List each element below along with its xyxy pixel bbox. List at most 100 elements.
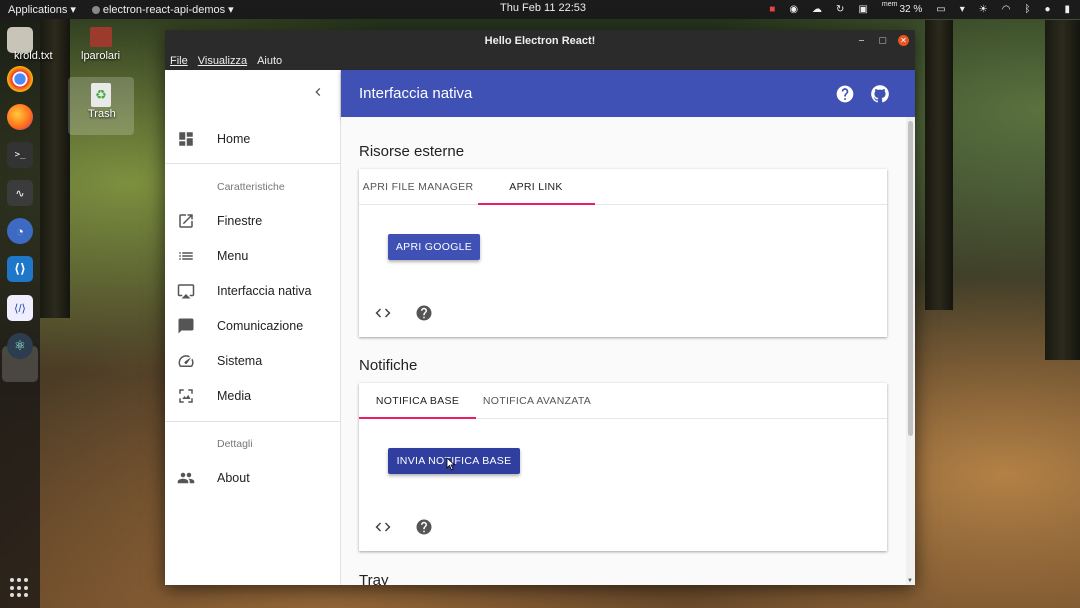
help-icon[interactable] <box>835 84 855 104</box>
sidebar-item-finestre[interactable]: Finestre <box>165 204 340 238</box>
cloud-icon[interactable]: ☁ <box>812 4 822 15</box>
chevron-down-icon: ▾ <box>228 4 234 16</box>
section-heading: Notifiche <box>359 357 418 374</box>
electron-icon[interactable]: ⚛ <box>7 333 33 359</box>
tab-notifica-avanzata[interactable]: NOTIFICA AVANZATA <box>476 383 598 419</box>
close-icon[interactable]: ✕ <box>898 35 909 46</box>
sidebar-item-label: Home <box>217 132 251 146</box>
scroll-down-arrow-icon[interactable]: ▼ <box>907 578 913 584</box>
page-title: Interfaccia nativa <box>359 85 473 102</box>
timer-icon[interactable]: ↻ <box>836 4 844 15</box>
window-titlebar[interactable]: Hello Electron React! ‒ ▢ ✕ <box>165 30 915 52</box>
tab-indicator <box>359 417 476 419</box>
tab-notifica-base[interactable]: NOTIFICA BASE <box>359 383 476 419</box>
screen-record-icon[interactable]: ■ <box>769 4 775 15</box>
speedometer-icon <box>178 355 194 367</box>
clock[interactable]: Thu Feb 11 22:53 <box>500 2 586 14</box>
wallpaper-tree-trunk <box>40 18 70 318</box>
mouse-cursor-icon <box>446 457 456 471</box>
wifi-icon[interactable]: ◠ <box>1002 4 1011 15</box>
monitor-icon[interactable]: ▣ <box>858 4 867 15</box>
dashboard-icon <box>179 132 193 146</box>
trash-label: Trash <box>88 108 116 120</box>
chrome-icon[interactable] <box>7 66 33 92</box>
system-monitor-icon[interactable]: ∿ <box>7 180 33 206</box>
sidebar-divider <box>165 421 340 422</box>
system-top-bar: Applications ▾ electron-react-api-demos … <box>0 0 1080 19</box>
memory-indicator[interactable]: mem 32 % <box>882 1 922 15</box>
app-root: Home Caratteristiche Finestre Menu Inter… <box>165 70 915 585</box>
vertical-scrollbar[interactable]: ▼ <box>906 117 915 585</box>
github-icon[interactable] <box>870 84 890 104</box>
menu-file[interactable]: File <box>170 55 188 67</box>
terminal-icon[interactable]: >_ <box>7 142 33 168</box>
sidebar-item-comunicazione[interactable]: Comunicazione <box>165 309 340 343</box>
wallpaper-tree-trunk <box>925 20 953 310</box>
help-icon[interactable] <box>415 304 433 322</box>
dock: >_ ∿ ◔ ⟨⟩ ⟨/⟩ ⚛ <box>0 19 40 608</box>
sidebar-item-menu[interactable]: Menu <box>165 239 340 273</box>
menu-visualizza[interactable]: Visualizza <box>198 55 247 67</box>
code-icon[interactable] <box>374 304 392 322</box>
main-content[interactable]: Risorse esterne APRI FILE MANAGER APRI L… <box>341 117 915 585</box>
tab-apri-link[interactable]: APRI LINK <box>477 169 595 205</box>
system-tray: ■ ◉ ☁ ↻ ▣ mem 32 % ▭ ▾ ☀ ◠ ᛒ ● ▮ <box>769 0 1070 19</box>
window-title: Hello Electron React! <box>484 35 596 47</box>
tab-bar: NOTIFICA BASE NOTIFICA AVANZATA <box>359 383 887 419</box>
vscode-icon[interactable]: ⟨⟩ <box>7 256 33 282</box>
trash-icon: ♻ <box>91 83 111 107</box>
tab-apri-file-manager[interactable]: APRI FILE MANAGER <box>359 169 477 205</box>
maximize-icon[interactable]: ▢ <box>877 35 888 46</box>
remote-desktop-icon[interactable]: ⟨/⟩ <box>7 295 33 321</box>
battery-icon[interactable]: ▮ <box>1064 4 1070 15</box>
sidebar-item-about[interactable]: About <box>165 461 340 495</box>
sidebar-item-label: Finestre <box>217 214 263 228</box>
desktop-folder-label[interactable]: lparolari <box>81 50 120 62</box>
sidebar-item-sistema[interactable]: Sistema <box>165 344 340 378</box>
wallpaper-tree-trunk <box>1045 20 1080 360</box>
sidebar-item-home[interactable]: Home <box>165 122 340 156</box>
chevron-left-icon[interactable] <box>310 84 326 100</box>
firefox-icon[interactable] <box>7 104 33 130</box>
list-icon <box>179 252 193 260</box>
applications-menu[interactable]: Applications ▾ <box>0 3 84 17</box>
menu-bar: File Visualizza Aiuto <box>165 52 915 70</box>
tab-indicator <box>478 203 595 205</box>
section-heading: Risorse esterne <box>359 143 465 160</box>
trash-desktop-item[interactable]: ♻ Trash <box>68 77 134 135</box>
tab-bar: APRI FILE MANAGER APRI LINK <box>359 169 887 205</box>
sidebar-item-label: Media <box>217 389 252 403</box>
bluetooth-icon[interactable]: ᛒ <box>1024 4 1030 15</box>
chat-icon <box>178 318 194 334</box>
sidebar-item-media[interactable]: Media <box>165 379 340 413</box>
microphone-icon[interactable]: ● <box>1044 4 1050 15</box>
chrome-tray-icon[interactable]: ◉ <box>789 4 798 15</box>
people-icon <box>177 472 195 484</box>
sidebar-item-label: About <box>217 471 250 485</box>
brightness-icon[interactable]: ☀ <box>979 4 988 15</box>
scrollbar-thumb[interactable] <box>908 121 913 436</box>
screen-icon[interactable]: ▭ <box>936 4 945 15</box>
disk-analyzer-icon[interactable]: ◔ <box>7 218 33 244</box>
apri-google-button[interactable]: APRI GOOGLE <box>388 234 480 260</box>
minimize-icon[interactable]: ‒ <box>856 35 867 46</box>
app-window: Hello Electron React! ‒ ▢ ✕ File Visuali… <box>165 30 915 585</box>
sidebar-item-label: Comunicazione <box>217 319 304 333</box>
app-dot-icon <box>91 5 100 14</box>
chevron-down-icon[interactable]: ▾ <box>960 4 965 15</box>
help-icon[interactable] <box>415 518 433 536</box>
show-applications-icon[interactable] <box>10 578 30 598</box>
sidebar-item-interfaccia-nativa[interactable]: Interfaccia nativa <box>165 274 340 308</box>
desktop-file-label[interactable]: krold.txt <box>14 50 53 62</box>
menu-aiuto[interactable]: Aiuto <box>257 55 282 67</box>
sidebar-item-label: Menu <box>217 249 249 263</box>
notifiche-card: NOTIFICA BASE NOTIFICA AVANZATA INVIA NO… <box>359 383 887 551</box>
sidebar-section-header: Dettagli <box>217 438 253 450</box>
open-in-new-icon <box>179 214 193 228</box>
code-icon[interactable] <box>374 518 392 536</box>
risorse-esterne-card: APRI FILE MANAGER APRI LINK APRI GOOGLE <box>359 169 887 337</box>
image-frame-icon <box>179 389 193 403</box>
home-folder-icon[interactable] <box>90 27 112 47</box>
active-app-menu[interactable]: electron-react-api-demos ▾ <box>84 3 242 16</box>
airplay-icon <box>177 284 195 299</box>
